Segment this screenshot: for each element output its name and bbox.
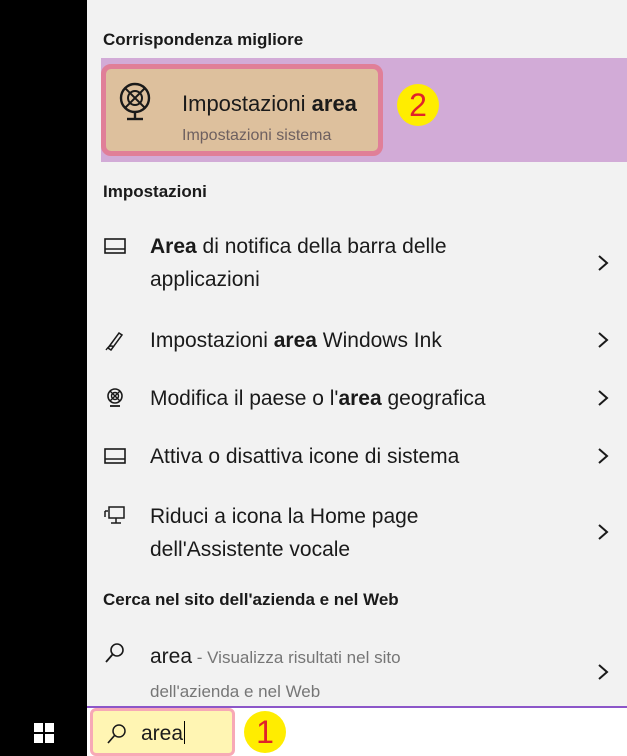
setting-item-narrator[interactable]: Riduci a icona la Home page dell'Assisten…: [87, 498, 627, 568]
narrator-icon: [104, 506, 125, 524]
search-icon: [105, 643, 124, 663]
setting-item-label: Modifica il paese o l'area geografica: [150, 387, 486, 410]
taskbar-search-box[interactable]: area: [90, 708, 235, 756]
taskbar: area 1: [0, 706, 627, 756]
setting-item-region[interactable]: Modifica il paese o l'area geografica: [87, 380, 627, 416]
best-match-highlight: Impostazioni area Impostazioni sistema: [101, 64, 383, 156]
chevron-right-icon: [598, 448, 609, 464]
pen-icon: [105, 331, 124, 351]
setting-item-label: Area di notifica della barra delle applic…: [150, 235, 447, 291]
annotation-badge-1: 1: [244, 711, 286, 753]
globe-settings-icon: [119, 82, 151, 121]
search-results-panel: Corrispondenza migliore Impostazioni are…: [87, 0, 627, 706]
setting-item-notification-area[interactable]: Area di notifica della barra delle applic…: [87, 228, 627, 298]
taskbar-icon: [104, 238, 126, 254]
setting-item-label: Impostazioni area Windows Ink: [150, 329, 442, 352]
taskbar-icon: [104, 448, 126, 464]
setting-item-system-icons[interactable]: Attiva o disattiva icone di sistema: [87, 438, 627, 474]
text-caret: [184, 721, 186, 744]
annotation-badge-2: 2: [397, 84, 439, 126]
settings-header: Impostazioni: [103, 182, 207, 201]
best-match-header: Corrispondenza migliore: [103, 30, 304, 49]
web-result-item[interactable]: area - Visualizza risultati nel sito dell…: [87, 638, 627, 704]
chevron-right-icon: [598, 332, 609, 348]
web-search-header: Cerca nel sito dell'azienda e nel Web: [103, 590, 399, 609]
chevron-right-icon: [598, 664, 609, 680]
chevron-right-icon: [598, 524, 609, 540]
windows-start-icon[interactable]: [34, 723, 54, 743]
web-result-label: area - Visualizza risultati nel sito dell…: [150, 645, 401, 701]
chevron-right-icon: [598, 255, 609, 271]
setting-item-label: Riduci a icona la Home page dell'Assisten…: [150, 505, 419, 561]
best-match-result[interactable]: Impostazioni area Impostazioni sistema 2: [101, 58, 627, 162]
search-input[interactable]: area: [141, 721, 186, 746]
best-match-title: Impostazioni area: [182, 91, 357, 116]
globe-icon: [107, 388, 123, 407]
best-match-subtitle: Impostazioni sistema: [182, 127, 332, 144]
setting-item-windows-ink[interactable]: Impostazioni area Windows Ink: [87, 322, 627, 358]
chevron-right-icon: [598, 390, 609, 406]
setting-item-label: Attiva o disattiva icone di sistema: [150, 445, 460, 468]
search-icon: [107, 724, 126, 744]
start-menu-left-rail: [0, 0, 87, 756]
